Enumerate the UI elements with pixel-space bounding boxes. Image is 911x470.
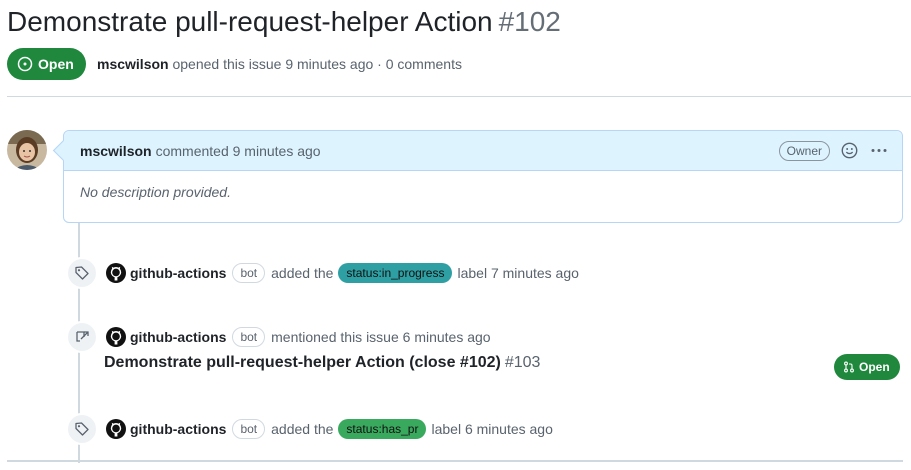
add-reaction-icon[interactable]	[841, 142, 858, 159]
comment-timestamp[interactable]: commented 9 minutes ago	[156, 143, 321, 159]
referenced-pr-link[interactable]: Demonstrate pull-request-helper Action (…	[104, 354, 540, 372]
label-status-has-pr[interactable]: status:has_pr	[338, 419, 427, 439]
pr-state-badge: Open	[834, 354, 900, 380]
kebab-menu-icon[interactable]	[870, 142, 888, 159]
label-status-in-progress[interactable]: status:in_progress	[338, 263, 453, 283]
pr-state-label: Open	[859, 360, 890, 374]
timeline-bottom-rule	[7, 460, 903, 462]
github-logo-icon[interactable]	[106, 263, 126, 283]
comment-header: mscwilson commented 9 minutes ago Owner	[64, 131, 902, 171]
issue-author-link[interactable]: mscwilson	[97, 56, 169, 72]
github-logo-icon[interactable]	[106, 327, 126, 347]
owner-badge: Owner	[778, 141, 830, 161]
issue-meta: mscwilson opened this issue 9 minutes ag…	[97, 56, 462, 72]
issue-opened-icon	[17, 56, 33, 72]
comment-body: No description provided.	[80, 184, 231, 200]
tag-icon	[66, 257, 98, 289]
comment-box: mscwilson commented 9 minutes ago Owner …	[63, 130, 903, 223]
cross-reference-icon	[66, 321, 98, 353]
timeline-event-cross-reference: github-actions bot mentioned this issue …	[66, 321, 491, 353]
timeline-event-labeled: github-actions bot added the status:in_p…	[66, 257, 579, 289]
github-logo-icon[interactable]	[106, 419, 126, 439]
issue-title: Demonstrate pull-request-helper Action #1…	[7, 2, 561, 42]
event-actor-link[interactable]: github-actions	[130, 265, 226, 281]
event-actor-link[interactable]: github-actions	[130, 329, 226, 345]
issue-title-text: Demonstrate pull-request-helper Action	[7, 6, 493, 37]
header-divider	[7, 96, 911, 97]
event-text: added the	[271, 421, 334, 437]
avatar[interactable]	[7, 130, 47, 170]
referenced-pr-title[interactable]: Demonstrate pull-request-helper Action (…	[104, 354, 501, 371]
referenced-pr-number[interactable]: #103	[505, 354, 541, 371]
comment-author-link[interactable]: mscwilson	[80, 143, 152, 159]
tag-icon	[66, 413, 98, 445]
git-pull-request-icon	[844, 361, 854, 373]
issue-number: #102	[498, 6, 561, 37]
event-actor-link[interactable]: github-actions	[130, 421, 226, 437]
bot-badge: bot	[232, 263, 266, 283]
timeline-event-labeled: github-actions bot added the status:has_…	[66, 413, 553, 445]
event-text: mentioned this issue 6 minutes ago	[271, 329, 491, 345]
issue-state-badge: Open	[7, 48, 86, 80]
bot-badge: bot	[232, 327, 266, 347]
event-suffix: label 6 minutes ago	[431, 421, 553, 437]
issue-state-label: Open	[38, 56, 74, 72]
issue-meta-text: opened this issue 9 minutes ago · 0 comm…	[168, 56, 462, 72]
event-text: added the	[271, 265, 334, 281]
bot-badge: bot	[232, 419, 266, 439]
event-suffix: label 7 minutes ago	[457, 265, 579, 281]
